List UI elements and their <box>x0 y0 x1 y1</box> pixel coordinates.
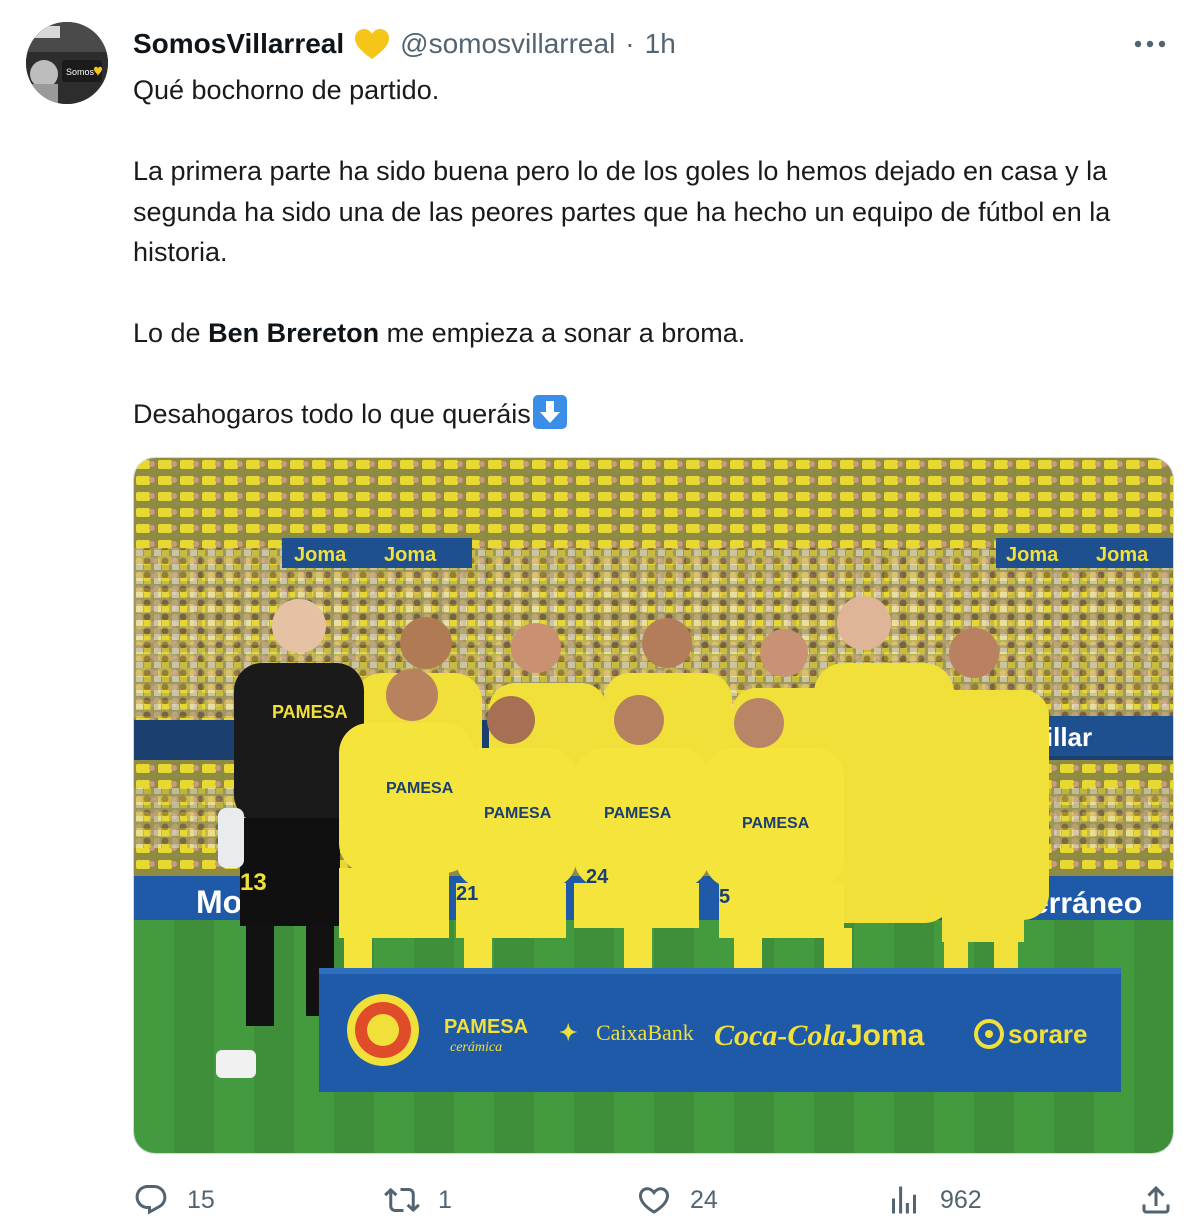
shirt-sponsor: PAMESA <box>742 815 810 832</box>
share-icon <box>1142 1185 1170 1214</box>
board-text: Mo <box>196 884 242 920</box>
text-segment: Lo de <box>133 318 209 348</box>
shirt-sponsor: PAMESA <box>272 702 348 722</box>
separator: · <box>625 28 635 59</box>
text-segment: Desahogaros todo lo que queráis <box>133 399 531 429</box>
avatar[interactable]: Somos <box>26 22 108 104</box>
repost-count: 1 <box>438 1185 452 1214</box>
like-icon <box>638 1187 670 1214</box>
sponsor-text: sorare <box>1008 1019 1088 1049</box>
sponsor-text: cerámica <box>450 1040 502 1055</box>
gold-heart-icon <box>354 28 390 60</box>
shirt-sponsor: PAMESA <box>386 780 454 797</box>
more-button[interactable] <box>1130 30 1170 58</box>
tweet-text: Qué bochorno de partido. La primera part… <box>133 70 1153 435</box>
media-photo[interactable]: Joma Joma Joma Joma Villar Mo terráneo P… <box>133 457 1174 1154</box>
like-count: 24 <box>690 1185 718 1214</box>
banner-text: Joma <box>294 544 347 566</box>
sponsor-text: Joma <box>846 1019 925 1052</box>
banner-text: Joma <box>1096 544 1149 566</box>
text-segment: me empieza a sonar a broma. <box>379 318 746 348</box>
shirt-number: 13 <box>240 869 267 896</box>
shirt-sponsor: PAMESA <box>484 805 552 822</box>
avatar-image: Somos <box>26 22 108 104</box>
tweet-paragraph: Lo de Ben Brereton me empieza a sonar a … <box>133 313 1153 354</box>
reply-count: 15 <box>187 1185 215 1214</box>
tweet: Somos SomosVillarreal @somosvillarreal ·… <box>0 0 1200 1228</box>
handle[interactable]: @somosvillarreal <box>400 28 615 60</box>
tweet-paragraph: Qué bochorno de partido. <box>133 75 440 105</box>
tweet-paragraph: La primera parte ha sido buena pero lo d… <box>133 156 1111 267</box>
reply-button[interactable]: 15 <box>133 1180 215 1220</box>
views-button[interactable]: 962 <box>886 1180 982 1220</box>
share-button[interactable] <box>1138 1180 1174 1220</box>
shirt-sponsor: PAMESA <box>604 805 672 822</box>
banner-text: Joma <box>384 544 437 566</box>
action-bar: 15 1 24 962 <box>0 1174 1200 1228</box>
sponsor-text: PAMESA <box>444 1016 528 1038</box>
more-icon <box>1134 40 1166 48</box>
team-photo: Joma Joma Joma Joma Villar Mo terráneo P… <box>134 458 1173 1153</box>
banner-text: Joma <box>1006 544 1059 566</box>
repost-button[interactable]: 1 <box>384 1180 452 1220</box>
sponsor-text: Coca-Cola <box>714 1019 846 1052</box>
like-button[interactable]: 24 <box>636 1180 718 1220</box>
tweet-header: SomosVillarreal @somosvillarreal · 1h <box>133 24 676 64</box>
down-arrow-emoji <box>532 395 567 429</box>
repost-icon <box>384 1187 420 1213</box>
views-count: 962 <box>940 1185 982 1214</box>
shirt-number: 24 <box>586 866 609 888</box>
shirt-number: 21 <box>456 883 478 905</box>
sponsor-text: CaixaBank <box>596 1020 694 1045</box>
svg-text:✦: ✦ <box>559 1020 577 1045</box>
shirt-number: 5 <box>719 886 730 908</box>
tweet-paragraph: Desahogaros todo lo que queráis <box>133 394 1153 435</box>
bold-name: Ben Brereton <box>208 318 380 348</box>
display-name[interactable]: SomosVillarreal <box>133 28 344 60</box>
avatar-text: Somos <box>66 67 95 77</box>
views-icon <box>892 1186 916 1214</box>
sponsor-board: PAMESA cerámica ✦ CaixaBank Coca-Cola Jo… <box>319 968 1121 1092</box>
timestamp[interactable]: 1h <box>645 28 676 60</box>
reply-icon <box>135 1185 167 1215</box>
